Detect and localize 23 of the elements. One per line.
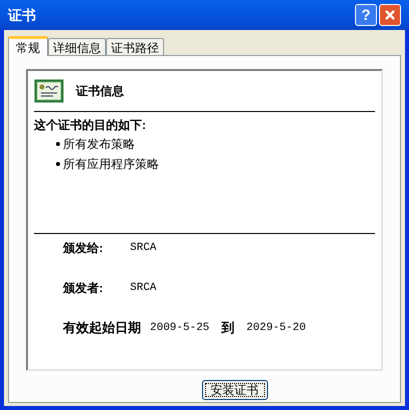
- field-label: 有效起始日期: [63, 319, 141, 338]
- help-button[interactable]: ?: [355, 4, 377, 26]
- bullet-icon: [56, 142, 60, 146]
- bullet-icon: [56, 162, 60, 166]
- tab[interactable]: 详细信息: [48, 38, 106, 55]
- date-value: 2009-5-25: [150, 320, 210, 336]
- date-value: 2029-5-20: [246, 320, 306, 336]
- purpose-item: 所有应用程序策略: [63, 156, 159, 173]
- purpose-heading: 这个证书的目的如下:: [34, 117, 146, 134]
- section-title: 证书信息: [76, 83, 124, 100]
- close-button[interactable]: [379, 4, 401, 26]
- install-certificate-button[interactable]: 安装证书: [202, 380, 268, 400]
- tab[interactable]: 证书路径: [106, 38, 164, 55]
- field-label: 颁发者:: [63, 280, 104, 297]
- field-value: SRCA: [130, 280, 156, 296]
- close-icon: [384, 9, 396, 21]
- purpose-item: 所有发布策略: [63, 136, 135, 153]
- certificate-icon: [34, 79, 64, 103]
- field-label: 颁发给:: [63, 240, 104, 257]
- field-value: SRCA: [130, 240, 156, 256]
- window-title: 证书: [8, 6, 37, 24]
- tab[interactable]: 常规: [8, 36, 48, 56]
- field-label: 到: [221, 319, 234, 338]
